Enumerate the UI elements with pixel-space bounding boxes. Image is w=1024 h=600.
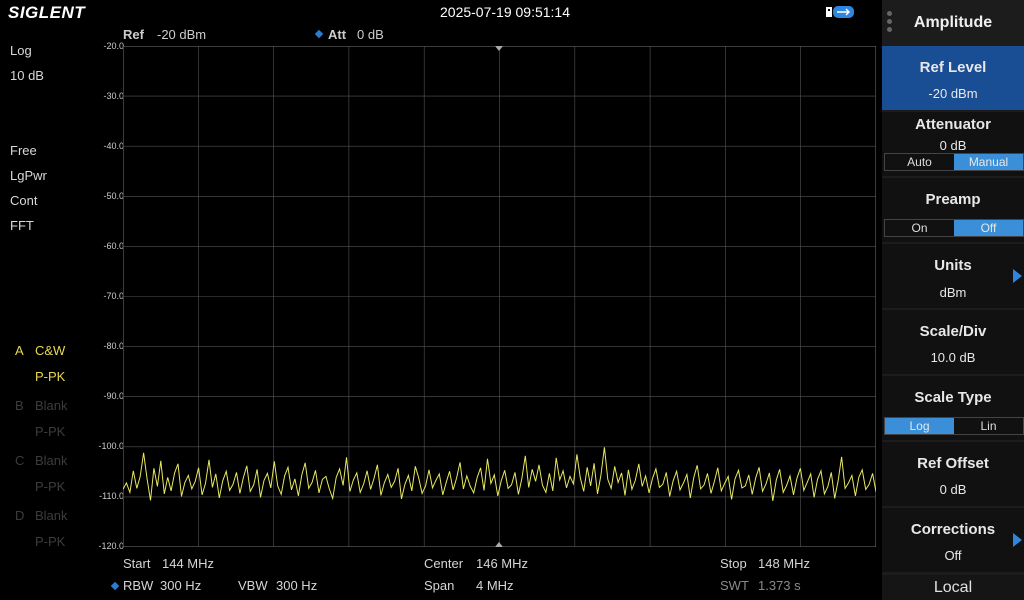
trace-d-mode[interactable]: Blank	[35, 508, 68, 523]
trace-b-mode[interactable]: Blank	[35, 398, 68, 413]
submenu-arrow-icon	[1013, 269, 1022, 283]
ref-offset-label: Ref Offset	[917, 455, 989, 472]
ref-offset-value: 0 dB	[939, 482, 967, 497]
scale-type-log-option[interactable]: Log	[885, 418, 954, 434]
y-tick-label: -30.0	[103, 91, 124, 101]
scale-mode: Log	[10, 43, 32, 58]
stop-label: Stop	[720, 556, 747, 571]
scale-div-readout: 10 dB	[10, 68, 44, 83]
start-value[interactable]: 144 MHz	[162, 556, 214, 571]
ref-level-softkey[interactable]: Ref Level -20 dBm	[882, 46, 1024, 110]
ref-level-label: Ref Level	[919, 59, 987, 76]
swt-label: SWT	[720, 578, 749, 593]
trace-a-letter[interactable]: A	[15, 343, 24, 358]
sweep-mode: Cont	[10, 193, 38, 208]
y-tick-label: -70.0	[103, 291, 124, 301]
trace-d-letter[interactable]: D	[15, 508, 24, 523]
att-value: 0 dB	[357, 27, 384, 42]
preamp-label: Preamp	[925, 191, 981, 208]
attenuator-toggle[interactable]: Auto Manual	[884, 153, 1024, 171]
preamp-softkey[interactable]: Preamp On Off	[882, 178, 1024, 242]
att-label: Att	[328, 27, 347, 42]
corrections-value: Off	[944, 548, 962, 563]
trace-a-detect: P-PK	[35, 369, 66, 384]
scale-type-label: Scale Type	[914, 389, 992, 406]
attenuator-label: Attenuator	[915, 116, 991, 133]
preamp-off-option[interactable]: Off	[954, 220, 1023, 236]
detector-mode: LgPwr	[10, 168, 47, 183]
center-label: Center	[424, 556, 464, 571]
trace-b-detect: P-PK	[35, 424, 66, 439]
spectrum-plot[interactable]	[123, 46, 876, 547]
y-tick-label: -20.0	[103, 41, 124, 51]
ref-value: -20 dBm	[157, 27, 207, 42]
att-indicator-icon	[314, 29, 324, 39]
attenuator-softkey[interactable]: Attenuator 0 dB Auto Manual	[882, 112, 1024, 176]
rbw-value[interactable]: 300 Hz	[160, 578, 201, 593]
corrections-label: Corrections	[910, 521, 996, 538]
preamp-on-option[interactable]: On	[885, 220, 954, 236]
usb-icon	[826, 5, 854, 19]
trace-b-letter[interactable]: B	[15, 398, 24, 413]
units-value: dBm	[939, 285, 967, 300]
y-tick-label: -40.0	[103, 141, 124, 151]
y-tick-label: -100.0	[98, 441, 124, 451]
brand-logo: SIGLENT	[8, 3, 86, 22]
corrections-softkey[interactable]: Corrections Off	[882, 508, 1024, 572]
attenuator-value: 0 dB	[939, 138, 967, 153]
swt-value[interactable]: 1.373 s	[758, 578, 801, 593]
trace-c-mode[interactable]: Blank	[35, 453, 68, 468]
sweep-type: FFT	[10, 218, 34, 233]
scale-div-value: 10.0 dB	[930, 350, 976, 365]
start-label: Start	[123, 556, 151, 571]
scale-type-softkey[interactable]: Scale Type Log Lin	[882, 376, 1024, 440]
units-softkey[interactable]: Units dBm	[882, 244, 1024, 308]
y-tick-label: -80.0	[103, 341, 124, 351]
scale-type-toggle[interactable]: Log Lin	[884, 417, 1024, 435]
stop-value[interactable]: 148 MHz	[758, 556, 810, 571]
local-button[interactable]: Local	[882, 575, 1024, 600]
rbw-label: RBW	[123, 578, 154, 593]
scale-div-label: Scale/Div	[919, 323, 987, 340]
trace-a-mode[interactable]: C&W	[35, 343, 65, 358]
span-label: Span	[424, 578, 455, 593]
vbw-label: VBW	[238, 578, 268, 593]
datetime: 2025-07-19 09:51:14	[440, 4, 570, 20]
scale-div-softkey[interactable]: Scale/Div 10.0 dB	[882, 310, 1024, 374]
attenuator-manual-option[interactable]: Manual	[954, 154, 1023, 170]
rbw-indicator-icon	[110, 581, 120, 591]
y-tick-label: -60.0	[103, 241, 124, 251]
y-tick-label: -90.0	[103, 391, 124, 401]
attenuator-auto-option[interactable]: Auto	[885, 154, 954, 170]
span-value[interactable]: 4 MHz	[476, 578, 514, 593]
y-tick-label: -110.0	[99, 491, 124, 501]
ref-offset-softkey[interactable]: Ref Offset 0 dB	[882, 442, 1024, 506]
trace-c-detect: P-PK	[35, 479, 66, 494]
trigger-mode: Free	[10, 143, 37, 158]
menu-title: Amplitude	[913, 14, 993, 31]
y-tick-label: -50.0	[103, 191, 124, 201]
ref-label: Ref	[123, 27, 144, 42]
trace-d-detect: P-PK	[35, 534, 66, 549]
vbw-value[interactable]: 300 Hz	[276, 578, 317, 593]
center-value[interactable]: 146 MHz	[476, 556, 528, 571]
preamp-toggle[interactable]: On Off	[884, 219, 1024, 237]
trace-c-letter[interactable]: C	[15, 453, 24, 468]
units-label: Units	[934, 257, 972, 274]
ref-level-value: -20 dBm	[928, 86, 978, 101]
scale-type-lin-option[interactable]: Lin	[954, 418, 1023, 434]
submenu-arrow-icon	[1013, 533, 1022, 547]
y-tick-label: -120.0	[98, 541, 124, 551]
